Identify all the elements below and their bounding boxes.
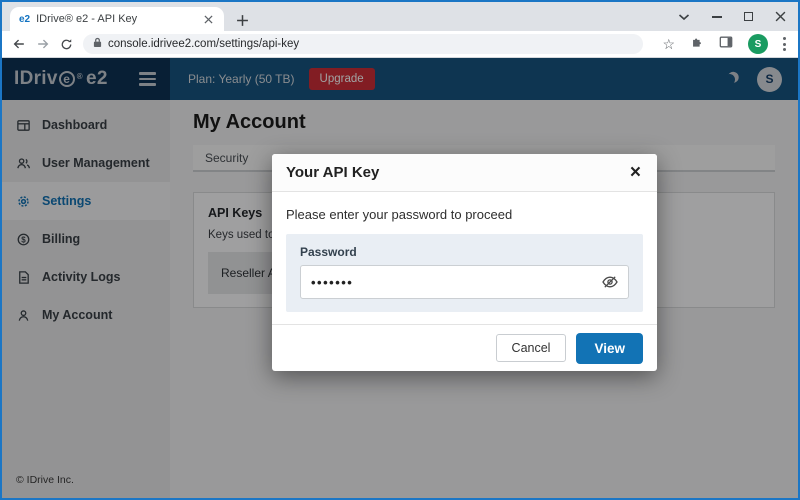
app-viewport: IDrive®e2 Plan: Yearly (50 TB) Upgrade S…	[2, 58, 798, 498]
tab-title: IDrive® e2 - API Key	[36, 13, 195, 25]
back-icon[interactable]	[12, 37, 26, 51]
toggle-password-visibility-button[interactable]	[598, 271, 622, 293]
tab-close-icon[interactable]	[201, 12, 215, 26]
browser-tabstrip: e2 IDrive® e2 - API Key	[2, 2, 798, 31]
reload-icon[interactable]	[60, 38, 73, 51]
eye-off-icon	[600, 273, 620, 291]
browser-tab[interactable]: e2 IDrive® e2 - API Key	[10, 7, 224, 31]
lock-icon	[93, 35, 102, 53]
url-bar[interactable]: console.idrivee2.com/settings/api-key	[83, 34, 643, 54]
forward-icon[interactable]	[36, 37, 50, 51]
modal-title: Your API Key	[286, 164, 379, 181]
browser-menu-icon[interactable]	[783, 37, 786, 51]
password-panel: Password	[286, 234, 643, 312]
modal-header: Your API Key ×	[272, 154, 657, 192]
api-key-modal: Your API Key × Please enter your passwor…	[272, 154, 657, 371]
side-panel-icon[interactable]	[719, 35, 733, 54]
bookmark-star-icon[interactable]: ☆	[662, 37, 675, 51]
password-input[interactable]	[300, 265, 629, 299]
browser-toolbar: console.idrivee2.com/settings/api-key ☆ …	[2, 31, 798, 58]
url-text: console.idrivee2.com/settings/api-key	[108, 38, 299, 50]
modal-body: Please enter your password to proceed Pa…	[272, 192, 657, 324]
password-label: Password	[300, 245, 629, 259]
extensions-puzzle-icon[interactable]	[690, 35, 704, 54]
window-maximize-icon[interactable]	[744, 12, 753, 21]
tab-search-icon[interactable]	[678, 13, 690, 21]
modal-close-icon[interactable]: ×	[628, 163, 643, 182]
tab-favicon-icon: e2	[19, 14, 30, 25]
password-prompt-text: Please enter your password to proceed	[286, 207, 643, 222]
cancel-button[interactable]: Cancel	[496, 334, 567, 362]
window-minimize-icon[interactable]	[712, 16, 722, 18]
view-button[interactable]: View	[576, 333, 643, 364]
browser-window: e2 IDrive® e2 - API Key	[0, 0, 800, 500]
browser-profile-avatar[interactable]: S	[748, 34, 768, 54]
modal-footer: Cancel View	[272, 324, 657, 371]
new-tab-button[interactable]	[236, 14, 249, 27]
window-close-icon[interactable]	[775, 11, 786, 22]
